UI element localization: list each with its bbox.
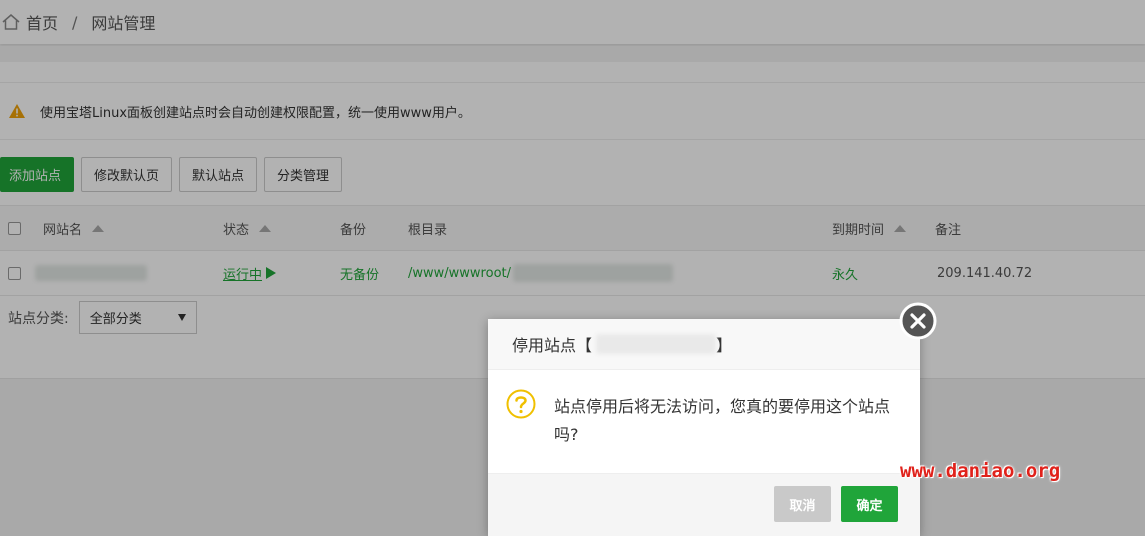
cancel-button[interactable]: 取消 [774, 486, 831, 522]
dialog-body: 站点停用后将无法访问，您真的要停用这个站点吗? [506, 389, 904, 449]
dialog-title: 停用站点【 】 [488, 319, 920, 370]
question-icon [506, 389, 536, 419]
redacted-block [596, 334, 717, 354]
dialog-title-text: 停用站点【 [512, 336, 593, 355]
watermark: www.daniao.org [900, 460, 1061, 482]
page: 首页 / 网站管理 使用宝塔Linux面板创建站点时会自动创建权限配置，统一使用… [0, 0, 1145, 536]
close-icon[interactable] [899, 302, 937, 340]
stop-site-dialog: 停用站点【 】 站点停用后将无法访问，您真的要停用这个站点吗? 取消 确定 [488, 319, 920, 536]
confirm-button[interactable]: 确定 [841, 486, 898, 522]
dialog-message: 站点停用后将无法访问，您真的要停用这个站点吗? [554, 397, 891, 444]
dialog-footer: 取消 确定 [488, 473, 920, 536]
dialog-title-end: 】 [716, 336, 733, 355]
